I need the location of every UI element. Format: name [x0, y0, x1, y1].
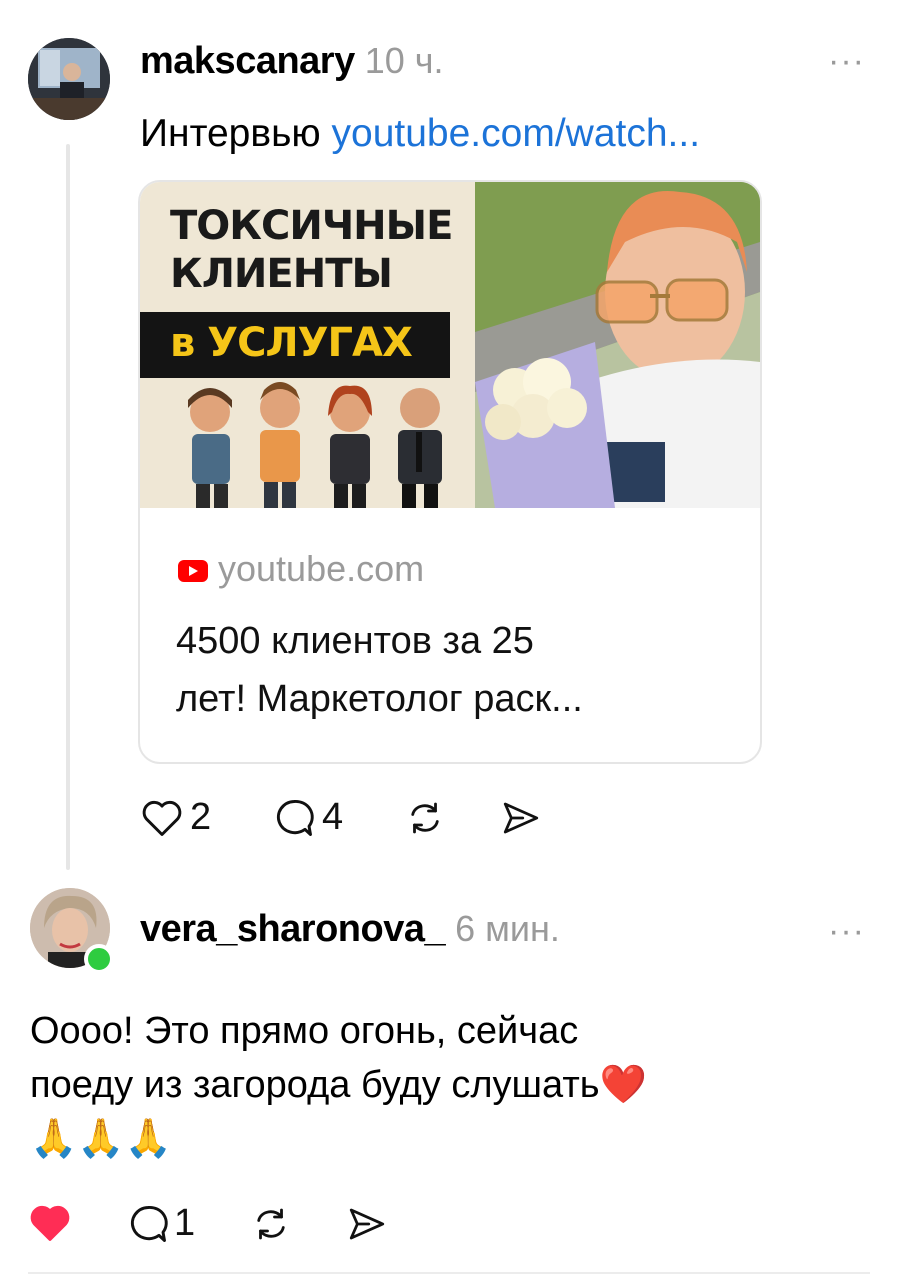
reply-text: Оооо! Это прямо огонь, сейчас поеду из з…	[30, 1010, 647, 1160]
thumbnail-headline: ТОКСИЧНЫЕ КЛИЕНТЫ	[170, 203, 453, 297]
reply-share-button[interactable]	[346, 1204, 388, 1244]
reply-header: vera_sharonova_ 6 мин.	[140, 908, 560, 951]
post-more-icon[interactable]: ···	[828, 42, 865, 81]
reply-comment-button[interactable]: 1	[126, 1202, 195, 1245]
repost-icon	[404, 798, 446, 838]
post-header: makscanary 10 ч.	[140, 40, 444, 83]
reply-more-icon[interactable]: ···	[828, 912, 865, 951]
thumbnail-headline-bar: в УСЛУГАХ	[140, 312, 450, 378]
link-preview-card[interactable]: ТОКСИЧНЫЕ КЛИЕНТЫ в УСЛУГАХ youtube.com …	[138, 180, 762, 764]
post-share-button[interactable]	[500, 798, 542, 838]
youtube-icon	[178, 560, 208, 582]
post-like-count: 2	[190, 796, 212, 838]
repost-icon	[250, 1204, 292, 1244]
thread-line	[66, 144, 70, 870]
reply-repost-button[interactable]	[250, 1204, 292, 1244]
card-domain: youtube.com	[218, 548, 425, 589]
post-comment-count: 4	[322, 796, 344, 838]
heart-filled-icon	[28, 1202, 72, 1244]
post-time: 10 ч.	[364, 40, 444, 81]
post-text: Интервью youtube.com/watch...	[140, 110, 700, 158]
reply-time: 6 мин.	[455, 908, 560, 949]
post-repost-button[interactable]	[404, 798, 446, 838]
thumbnail-photo	[475, 182, 760, 508]
online-status-indicator	[84, 944, 114, 974]
comment-icon	[126, 1203, 170, 1245]
post-like-button[interactable]: 2	[140, 796, 211, 839]
thumbnail-left-panel: ТОКСИЧНЫЕ КЛИЕНТЫ в УСЛУГАХ	[140, 182, 475, 508]
share-icon	[500, 798, 542, 838]
post-body: Интервью	[140, 112, 321, 155]
avatar-makscanary[interactable]	[28, 38, 110, 120]
card-title: 4500 клиентов за 25 лет! Маркетолог раск…	[176, 620, 583, 720]
comment-icon	[272, 797, 316, 839]
post-link[interactable]: youtube.com/watch...	[332, 112, 701, 155]
reply-like-button[interactable]	[28, 1202, 72, 1244]
share-icon	[346, 1204, 388, 1244]
reply-comment-count: 1	[174, 1202, 196, 1244]
divider	[28, 1272, 870, 1274]
post-username[interactable]: makscanary	[140, 40, 355, 83]
video-thumbnail: ТОКСИЧНЫЕ КЛИЕНТЫ в УСЛУГАХ	[140, 182, 760, 508]
cartoon-characters-illustration	[188, 382, 442, 508]
reply-username[interactable]: vera_sharonova_	[140, 908, 446, 951]
heart-icon	[140, 797, 184, 839]
post-comment-button[interactable]: 4	[272, 796, 343, 839]
